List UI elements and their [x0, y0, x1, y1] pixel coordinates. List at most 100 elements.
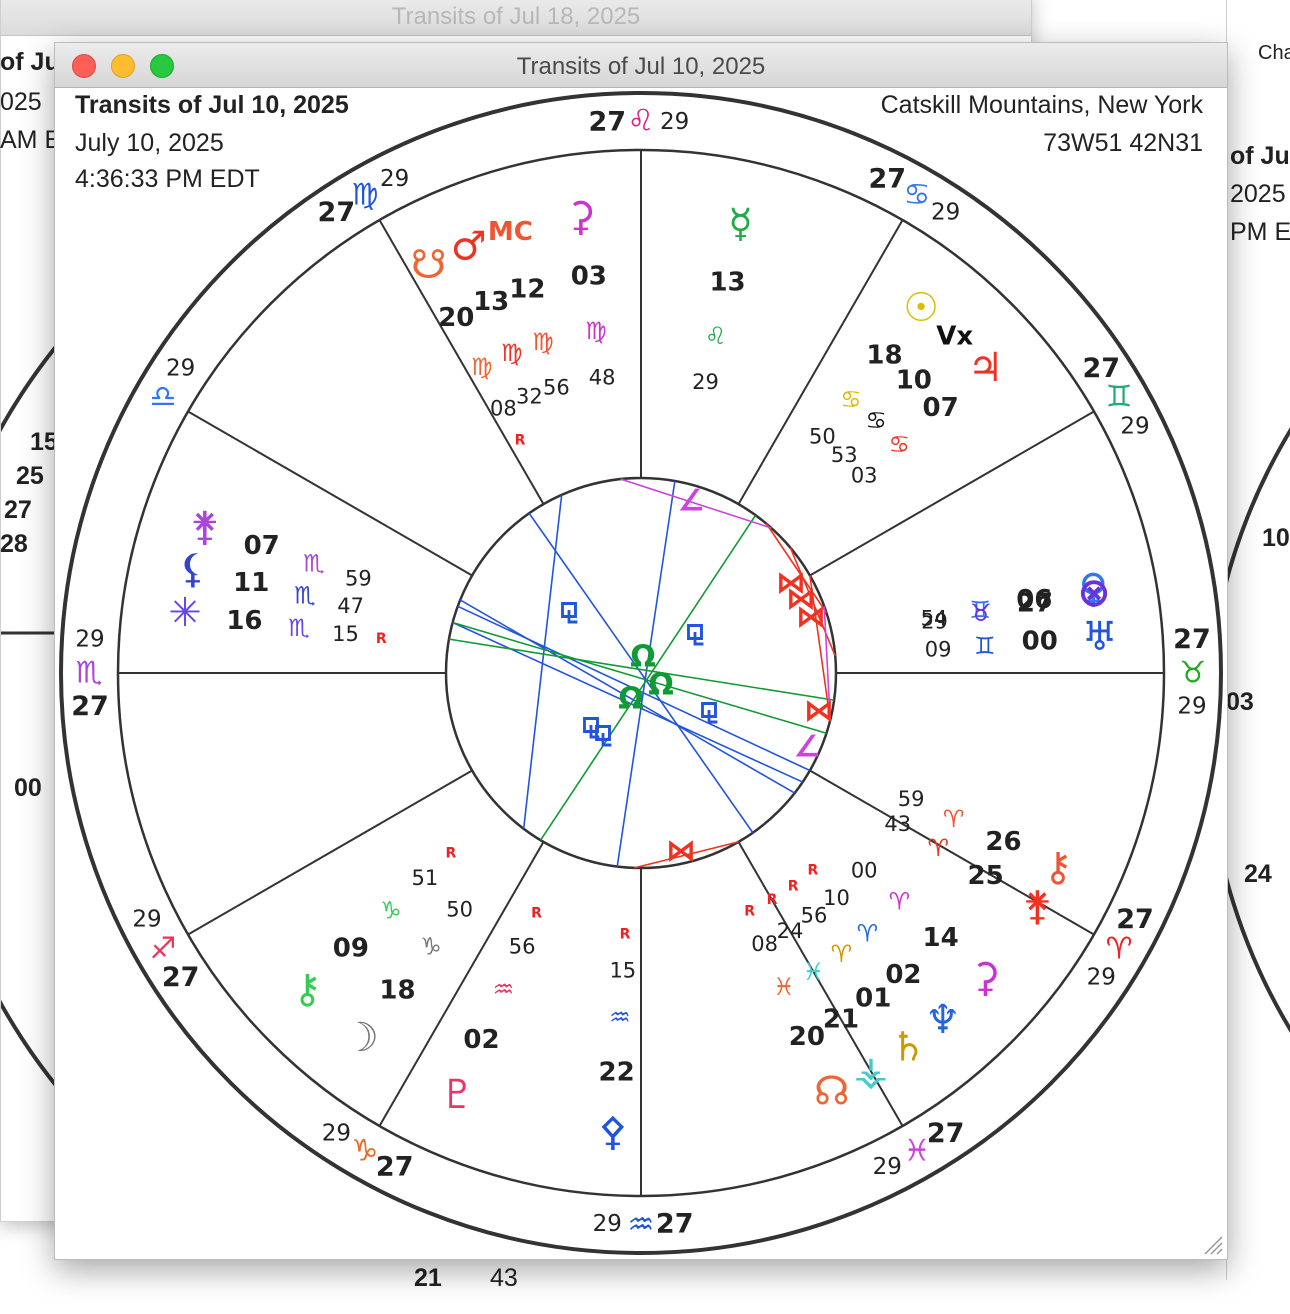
peek-text-1: of Ju [0, 48, 60, 76]
planet-degree: 20 [789, 1022, 825, 1052]
planet-minutes: 00 [851, 858, 878, 882]
planet-degree: 00 [1022, 627, 1058, 657]
planet-sign-glyph: ♏ [303, 550, 325, 578]
planet-degree: 18 [866, 341, 902, 371]
planet-degree: 13 [473, 287, 509, 317]
planet-degree: 03 [571, 261, 607, 291]
cusp-sign-glyph: ♒ [628, 1208, 655, 1243]
planet-glyph-icon: ☋ [411, 242, 447, 288]
planet-degree: 11 [233, 568, 269, 598]
aspect-glyph-icon: ⚼ [685, 613, 706, 648]
planet-minutes: 32 [516, 385, 543, 409]
planet-minutes: 10 [823, 886, 850, 910]
planet-glyph-icon: ⊗ [1077, 570, 1111, 616]
cusp-minutes: 29 [873, 1154, 902, 1180]
planet-minutes: 59 [345, 566, 372, 590]
cusp-sign-glyph: ♎ [150, 380, 177, 415]
planet-glyph-icon: ☽ [343, 1015, 379, 1061]
chart-window[interactable]: Transits of Jul 10, 2025 ♉ 27 29 ♊ 27 29 ♋ 27 29… [54, 42, 1228, 1260]
planet-minutes: 50 [809, 425, 836, 449]
cusp-minutes: 29 [660, 109, 689, 135]
aspect-glyph-icon: ⋈ [804, 694, 834, 729]
cusp-minutes: 29 [931, 200, 960, 226]
planet-degree: 02 [463, 1025, 499, 1055]
peek-text-17: Cha [1258, 42, 1290, 64]
planet-glyph-icon: ⚳ [971, 955, 1000, 1001]
chart-date: July 10, 2025 [75, 129, 224, 157]
cusp-degree: 27 [162, 962, 200, 993]
peek-text-11: of Ju [1230, 142, 1290, 170]
planet-glyph-icon: ♅ [1082, 614, 1118, 660]
planet-glyph-icon: ☊ [814, 1069, 850, 1115]
retrograde-marker: R [376, 631, 387, 647]
planet-sign-glyph: ♈ [831, 940, 853, 968]
planet-sign-glyph: ♋ [866, 407, 888, 435]
chart-coordinates: 73W51 42N31 [1043, 129, 1203, 157]
planet-minutes: 15 [332, 622, 359, 646]
aspect-line [522, 494, 563, 829]
cusp-sign-glyph: ♊ [1106, 380, 1133, 415]
planet-sign-glyph: ♈ [857, 919, 879, 947]
retrograde-marker: R [531, 905, 542, 921]
planet-glyph-icon: ♃ [968, 345, 1004, 391]
planet-minutes: 09 [925, 638, 952, 662]
cusp-degree: 27 [869, 163, 907, 194]
planet-glyph-icon: ♇ [440, 1072, 476, 1118]
peek-text-9: 21 [414, 1264, 442, 1292]
aspect-glyph-icon: ∠ [794, 730, 821, 765]
peek-text-3: AM E [0, 126, 62, 154]
planet-minutes: 59 [898, 787, 925, 811]
planet-glyph-icon: ☿ [728, 201, 753, 247]
cusp-sign-glyph: ♌ [628, 104, 655, 139]
peek-text-14: 10 [1262, 524, 1290, 552]
planet-sign-glyph: ♍ [501, 339, 523, 367]
cusp-minutes: 29 [322, 1120, 351, 1146]
aspect-glyph-icon: Ω [618, 682, 644, 717]
peek-text-2: 025 [0, 88, 42, 116]
peek-text-7: 28 [0, 530, 28, 558]
chart-time: 4:36:33 PM EDT [75, 165, 260, 193]
retrograde-marker: R [788, 878, 799, 894]
planet-glyph-icon: Vx [936, 322, 973, 352]
peek-text-16: 24 [1244, 860, 1272, 888]
planet-sign-glyph: ♍ [532, 328, 554, 356]
planet-minutes: 29 [692, 370, 719, 394]
house-cusp-line [809, 410, 1095, 577]
planet-degree: 16 [226, 606, 262, 636]
cusp-sign-glyph: ♈ [1106, 932, 1133, 967]
cusp-degree: 27 [927, 1118, 965, 1149]
planet-degree: 21 [823, 1004, 859, 1034]
planet-glyph-icon: ⚳ [566, 194, 595, 240]
planet-degree: 18 [379, 975, 415, 1005]
planet-minutes: 08 [751, 932, 778, 956]
chart-title: Transits of Jul 10, 2025 [75, 91, 349, 119]
planet-sign-glyph: ♉ [970, 599, 992, 627]
planet-sign-glyph: ♏ [294, 581, 316, 609]
resize-grip-icon[interactable] [1201, 1233, 1223, 1255]
cusp-degree: 27 [1116, 904, 1154, 935]
window-titlebar[interactable]: Transits of Jul 10, 2025 [55, 43, 1227, 88]
planet-sign-glyph: ♍ [585, 317, 607, 345]
planet-degree: 27 [1017, 589, 1053, 619]
house-cusp-line [187, 769, 473, 936]
peek-text-5: 25 [16, 462, 44, 490]
planet-degree: 07 [244, 531, 280, 561]
transit-chart-wheel: ♉2729♊2729♋2729♌27 29♍2729♎29♏2729♐2729♑2… [59, 91, 1223, 1255]
planet-sign-glyph: ♈ [928, 834, 950, 862]
planet-minutes: 15 [609, 958, 636, 982]
planet-minutes: 43 [884, 812, 911, 836]
retrograde-marker: R [767, 892, 778, 908]
peek-text-12: 2025 [1230, 180, 1286, 208]
cusp-sign-glyph: ♋ [904, 177, 931, 212]
peek-text-13: PM E [1230, 218, 1290, 246]
planet-minutes: 56 [543, 375, 570, 399]
cusp-minutes: 29 [1120, 414, 1149, 440]
planet-glyph-icon: ♆ [925, 997, 961, 1043]
cusp-degree: 27 [1173, 624, 1211, 655]
planet-glyph-icon: ⚴ [598, 1109, 627, 1155]
planet-minutes: 47 [337, 594, 364, 618]
planet-minutes: 56 [509, 934, 536, 958]
cusp-sign-glyph: ♉ [1180, 656, 1207, 691]
peek-text-6: 27 [4, 496, 32, 524]
planet-degree: 12 [509, 274, 545, 304]
